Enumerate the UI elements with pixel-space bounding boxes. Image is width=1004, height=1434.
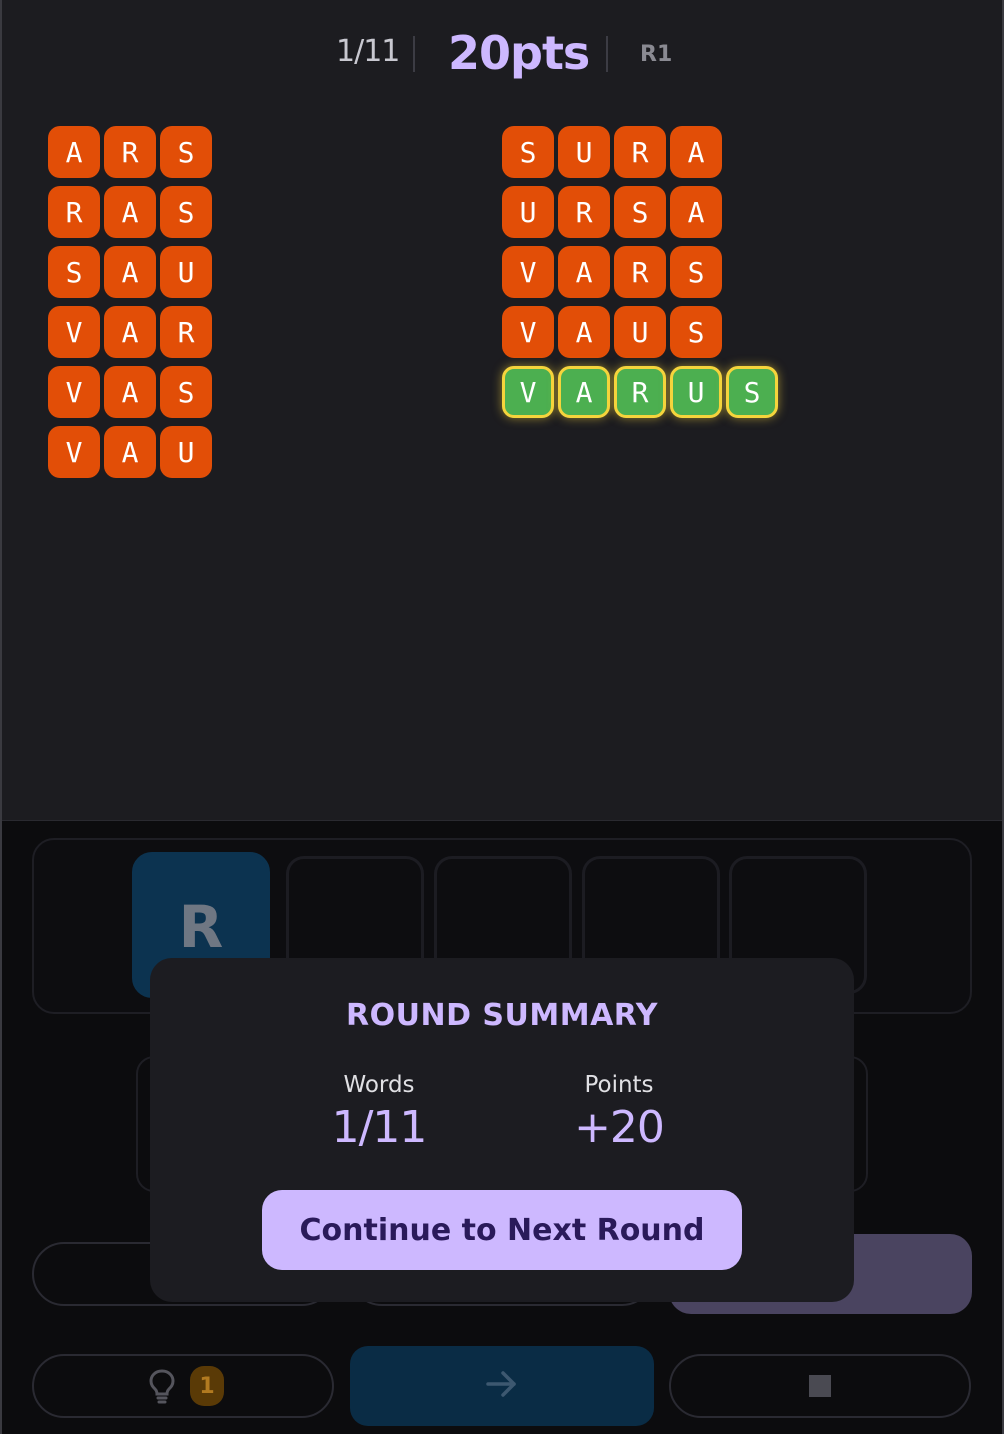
letter-tile: U (558, 126, 610, 178)
letter-tile: A (104, 186, 156, 238)
score-header: 1/11 20pts R1 (0, 22, 1004, 86)
letter-tile: S (614, 186, 666, 238)
letter-tile: A (104, 246, 156, 298)
words-value: 1/11 (331, 1102, 428, 1153)
letter-tile: A (48, 126, 100, 178)
points-value: +20 (574, 1102, 665, 1153)
letter-tile: S (160, 186, 212, 238)
continue-button[interactable]: Continue to Next Round (262, 1190, 742, 1270)
slot-letter: R (178, 893, 224, 961)
stop-icon (809, 1375, 831, 1397)
header-divider (413, 36, 415, 72)
letter-tile: R (48, 186, 100, 238)
points-label: Points (584, 1072, 654, 1098)
word-row: URSA (502, 186, 778, 238)
found-letter-tile: R (614, 366, 666, 418)
letter-tile: U (160, 426, 212, 478)
found-letter-tile: A (558, 366, 610, 418)
letter-tile: S (670, 306, 722, 358)
letter-tile: A (104, 366, 156, 418)
letter-tile: S (160, 366, 212, 418)
found-letter-tile: S (726, 366, 778, 418)
letter-tile: V (48, 306, 100, 358)
letter-tile: A (104, 306, 156, 358)
found-letter-tile: U (670, 366, 722, 418)
letter-tile: V (48, 426, 100, 478)
letter-tile: A (558, 306, 610, 358)
letter-tile: V (502, 246, 554, 298)
letter-tile: R (104, 126, 156, 178)
letter-tile: A (670, 126, 722, 178)
letter-tile: A (558, 246, 610, 298)
letter-tile: U (502, 186, 554, 238)
letter-tile: R (614, 126, 666, 178)
word-row: SURA (502, 126, 778, 178)
word-row: VAS (48, 366, 212, 418)
word-row: VARS (502, 246, 778, 298)
submit-button[interactable] (350, 1346, 654, 1426)
lightbulb-icon (146, 1368, 178, 1408)
letter-tile: A (670, 186, 722, 238)
letter-tile: V (48, 366, 100, 418)
hint-count-badge: 1 (190, 1366, 224, 1406)
word-row: VAU (48, 426, 212, 478)
modal-title: ROUND SUMMARY (346, 998, 658, 1033)
word-row: VAR (48, 306, 212, 358)
letter-tile: S (160, 126, 212, 178)
word-list-left: ARSRASSAUVARVASVAU (48, 126, 212, 486)
letter-tile: R (160, 306, 212, 358)
letter-tile: V (502, 306, 554, 358)
word-row: VAUS (502, 306, 778, 358)
letter-tile: U (160, 246, 212, 298)
letter-tile: S (502, 126, 554, 178)
found-letter-tile: V (502, 366, 554, 418)
word-list-right: SURAURSAVARSVAUSVARUS (502, 126, 778, 426)
letter-tile: R (558, 186, 610, 238)
letter-tile: A (104, 426, 156, 478)
arrow-right-icon (484, 1368, 520, 1404)
letter-tile: U (614, 306, 666, 358)
word-progress: 1/11 (336, 34, 400, 69)
letter-tile: S (670, 246, 722, 298)
hint-button[interactable] (32, 1354, 334, 1418)
header-divider (606, 36, 608, 72)
words-stat: Words 1/11 (279, 1072, 479, 1153)
word-row: RAS (48, 186, 212, 238)
points-stat: Points +20 (519, 1072, 719, 1153)
round-indicator: R1 (640, 42, 673, 67)
points-total: 20pts (448, 26, 590, 80)
letter-tile: S (48, 246, 100, 298)
word-row: VARUS (502, 366, 778, 418)
round-summary-modal: ROUND SUMMARY Words 1/11 Points +20 Cont… (150, 958, 854, 1302)
words-label: Words (343, 1072, 415, 1098)
stop-button[interactable] (669, 1354, 971, 1418)
letter-tile: R (614, 246, 666, 298)
word-row: SAU (48, 246, 212, 298)
word-row: ARS (48, 126, 212, 178)
